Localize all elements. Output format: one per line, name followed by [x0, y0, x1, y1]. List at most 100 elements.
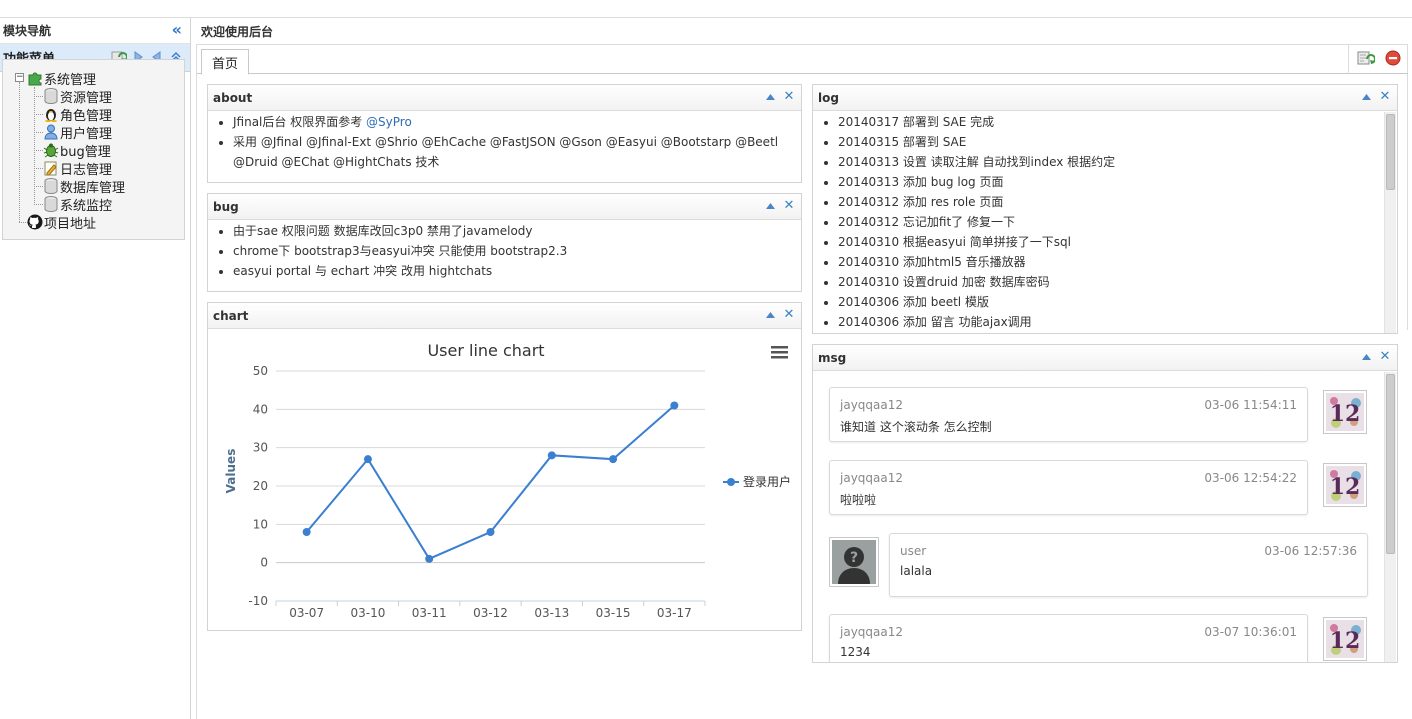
tree-node-user[interactable]: 用户管理 [43, 123, 113, 142]
scroll-thumb[interactable] [1386, 114, 1395, 190]
y-tick-label: 10 [253, 517, 268, 531]
message-time: 03-06 12:57:36 [1264, 544, 1357, 558]
panel-header: log ✕ [813, 85, 1397, 111]
tree-node-label: 资源管理 [60, 90, 113, 106]
list-item: 20140312 添加 res role 页面 [838, 192, 1397, 212]
divider [1407, 44, 1408, 330]
legend-label: 登录用户 [743, 474, 791, 489]
sypro-link[interactable]: @SyPro [366, 115, 412, 129]
message-time: 03-06 11:54:11 [1204, 398, 1297, 412]
list-item: 20140310 设置druid 加密 数据库密码 [838, 272, 1397, 292]
close-panel-icon[interactable]: ✕ [783, 199, 795, 212]
divider [196, 44, 197, 719]
bug-panel: bug ✕ 由于sae 权限问题 数据库改回c3p0 禁用了javamelody… [207, 193, 802, 292]
y-tick-label: 40 [253, 402, 268, 416]
tab-bar: 首页 [197, 44, 1408, 75]
log-scrollbar[interactable] [1384, 112, 1396, 333]
close-panel-icon[interactable]: ✕ [783, 90, 795, 103]
collapse-left-icon[interactable]: « [172, 21, 182, 39]
tree-node-resource[interactable]: 资源管理 [43, 87, 113, 106]
bug-icon [43, 142, 59, 158]
tree-node-label: bug管理 [60, 144, 111, 160]
scroll-thumb[interactable] [1386, 374, 1395, 554]
x-tick-label: 03-07 [289, 606, 324, 620]
tree-node-label: 日志管理 [60, 162, 113, 178]
collapse-panel-icon[interactable] [765, 309, 775, 321]
tree-node-project[interactable]: 项目地址 [27, 213, 97, 232]
chart-panel: chart ✕ User line chart Values -10 0 10 20 3… [207, 302, 802, 631]
center-title: 欢迎使用后台 [197, 18, 273, 44]
list-item: 20140310 根据easyui 简单拼接了一下sql [838, 232, 1397, 252]
avatar[interactable]: 12 [1323, 390, 1367, 434]
list-item: easyui portal 与 echart 冲突 改用 hightchats [233, 261, 801, 281]
tree-collapse-toggle[interactable]: − [15, 73, 24, 82]
tree-connector [34, 96, 43, 97]
y-tick-label: 30 [253, 441, 268, 455]
y-tick-label: -10 [248, 594, 268, 608]
top-bar [0, 0, 1412, 18]
panel-title: about [213, 90, 253, 105]
west-header: 模块导航 « [0, 18, 190, 44]
panel-header: msg ✕ [813, 345, 1397, 371]
list-item: 采用 @Jfinal @Jfinal-Ext @Shrio @EhCache @… [233, 132, 801, 172]
tree-node-label: 项目地址 [44, 216, 97, 232]
message-text: 谁知道 这个滚动条 怎么控制 [840, 420, 992, 434]
list-item: 20140315 部署到 SAE [838, 132, 1397, 152]
avatar[interactable]: 12 [1323, 463, 1367, 507]
y-tick-label: 0 [260, 556, 268, 570]
data-point [547, 451, 556, 460]
tree-connector [34, 87, 35, 205]
user-icon [43, 124, 59, 140]
list-item: 20140313 添加 bug log 页面 [838, 172, 1397, 192]
tree-node-database[interactable]: 数据库管理 [43, 177, 125, 196]
tab-home[interactable]: 首页 [201, 49, 250, 75]
panel-title: msg [818, 350, 847, 365]
svg-text:12: 12 [1330, 401, 1361, 427]
tree-node-monitor[interactable]: 系统监控 [43, 195, 113, 214]
panel-title: bug [213, 199, 239, 214]
close-panel-icon[interactable]: ✕ [1379, 90, 1391, 103]
avatar[interactable]: 12 [1323, 617, 1367, 661]
tree-node-bug[interactable]: bug管理 [43, 141, 111, 160]
collapse-panel-icon[interactable] [1361, 91, 1371, 103]
edit-log-icon [43, 160, 59, 176]
x-tick-label: 03-13 [534, 606, 569, 620]
message-bubble: user 03-06 12:57:36 lalala [889, 533, 1368, 597]
list-item: 20140317 部署到 SAE 完成 [838, 112, 1397, 132]
x-tick-label: 03-10 [350, 606, 385, 620]
data-point [609, 455, 618, 464]
tree-connector [34, 114, 43, 115]
message-text: 啦啦啦 [840, 493, 877, 507]
tree-node-label: 用户管理 [60, 126, 113, 142]
msg-scrollbar[interactable] [1384, 372, 1396, 662]
collapse-panel-icon[interactable] [765, 200, 775, 212]
message-text: 1234 [840, 645, 871, 659]
message-text: lalala [900, 564, 933, 578]
refresh-icon[interactable] [1357, 50, 1376, 69]
tree-connector [34, 168, 43, 169]
list-item: 20140306 添加 beetl 模版 [838, 292, 1397, 312]
about-panel: about ✕ Jfinal后台 权限界面参考 @SyPro 采用 @Jfina… [207, 84, 802, 183]
collapse-panel-icon[interactable] [765, 91, 775, 103]
tree-node-label: 系统监控 [60, 198, 113, 214]
svg-text:?: ? [850, 550, 858, 566]
panel-header: about ✕ [208, 85, 801, 111]
west-title: 模块导航 [3, 24, 52, 38]
close-panel-icon[interactable]: ✕ [1379, 350, 1391, 363]
default-avatar[interactable]: ? [829, 537, 879, 587]
collapse-panel-icon[interactable] [1361, 351, 1371, 363]
svg-text:12: 12 [1330, 474, 1361, 500]
chart-title: User line chart [427, 341, 544, 360]
x-tick-label: 03-11 [412, 606, 447, 620]
panel-header: bug ✕ [208, 194, 801, 220]
close-panel-icon[interactable]: ✕ [783, 308, 795, 321]
list-item: 由于sae 权限问题 数据库改回c3p0 禁用了javamelody [233, 221, 801, 241]
tree-node-system[interactable]: 系统管理 [27, 69, 96, 88]
data-point [670, 401, 679, 410]
tree-node-log[interactable]: 日志管理 [43, 159, 113, 178]
chart-menu-icon[interactable] [771, 346, 788, 359]
close-all-icon[interactable] [1385, 50, 1401, 69]
puzzle-icon [27, 70, 43, 86]
tree-node-role[interactable]: 角色管理 [43, 105, 112, 124]
page-title: 欢迎使用后台 [201, 24, 274, 39]
